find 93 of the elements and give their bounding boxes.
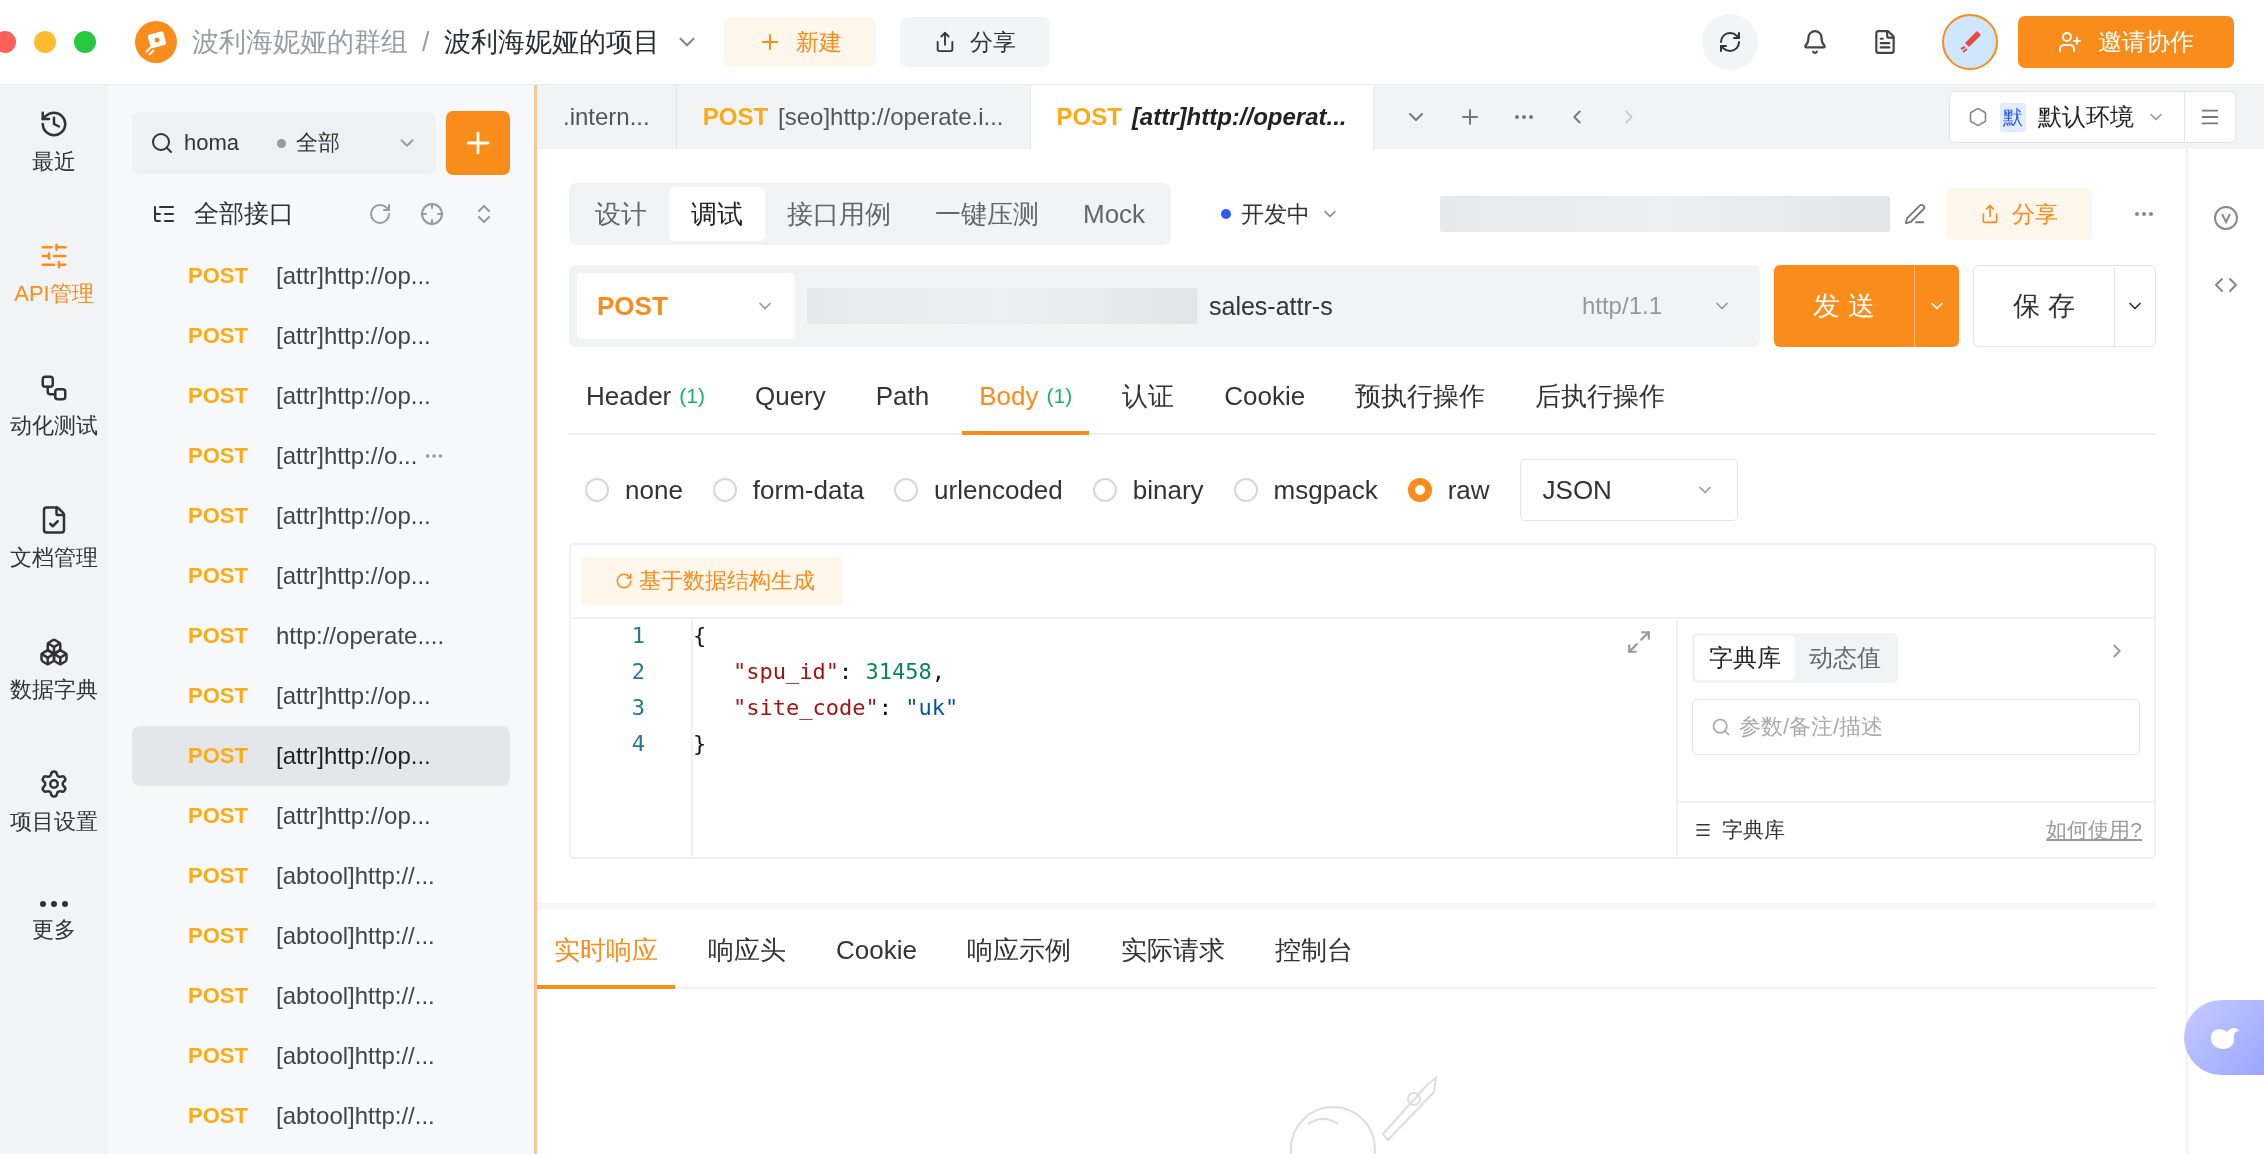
- search-icon: [1711, 717, 1731, 737]
- mode-tab[interactable]: 接口用例: [765, 187, 913, 241]
- endpoint-row[interactable]: POST [attr]http://op...: [132, 246, 510, 306]
- mode-tab[interactable]: Mock: [1061, 187, 1168, 241]
- dictionary-label: 字典库: [1722, 817, 1785, 843]
- param-tab[interactable]: 后执行操作: [1518, 361, 1683, 435]
- nav-item[interactable]: 文档管理: [0, 505, 108, 573]
- cubes-icon: [39, 637, 69, 667]
- response-tab[interactable]: 实际请求: [1103, 915, 1242, 989]
- request-tab[interactable]: .intern...: [537, 85, 677, 149]
- tree-title: 全部接口: [194, 198, 294, 229]
- user-plus-icon: [2058, 30, 2082, 54]
- breadcrumb-separator: /: [422, 26, 430, 58]
- search-field[interactable]: homa 全部: [132, 112, 436, 174]
- assistant-button[interactable]: [2184, 1000, 2264, 1075]
- filter-dot: [277, 138, 287, 148]
- nav-item[interactable]: 数据字典: [0, 637, 108, 705]
- list-icon: [1694, 821, 1712, 839]
- endpoint-row[interactable]: POST [attr]http://op...: [132, 486, 510, 546]
- endpoint-row[interactable]: POST [attr]http://op...: [132, 666, 510, 726]
- url-field[interactable]: sales-attr-s: [1209, 291, 1333, 321]
- status-select[interactable]: 开发中: [1221, 198, 1341, 230]
- param-tab[interactable]: Header (1): [569, 361, 722, 435]
- param-tab[interactable]: Cookie: [1207, 361, 1323, 435]
- endpoint-row[interactable]: POST [abtool]http://...: [132, 846, 510, 906]
- history-icon: [39, 109, 69, 139]
- body-type-option[interactable]: binary: [1092, 474, 1204, 506]
- response-tab[interactable]: 响应示例: [949, 915, 1088, 989]
- environment-select[interactable]: 默 默认环境: [1949, 91, 2185, 143]
- document-icon[interactable]: [1872, 29, 1898, 55]
- endpoint-row[interactable]: POST [attr]http://op...: [132, 786, 510, 846]
- body-type-option[interactable]: none: [585, 474, 683, 506]
- line-number: 2: [630, 659, 646, 686]
- param-tab[interactable]: 预执行操作: [1338, 361, 1503, 435]
- close-window-icon[interactable]: [0, 31, 16, 53]
- mode-tab[interactable]: 调试: [669, 187, 765, 241]
- mode-tab[interactable]: 设计: [573, 187, 669, 241]
- param-tab[interactable]: 认证: [1105, 361, 1192, 435]
- app-logo: [134, 20, 178, 64]
- nav-item[interactable]: 更多: [0, 901, 108, 945]
- body-type-option[interactable]: raw: [1407, 474, 1490, 506]
- body-type-option[interactable]: urlencoded: [894, 474, 1063, 506]
- param-tab[interactable]: Path: [858, 361, 947, 435]
- nav-item[interactable]: 项目设置: [0, 769, 108, 837]
- bell-icon[interactable]: [1802, 29, 1828, 55]
- sliders-icon: [39, 241, 69, 271]
- minimize-window-icon[interactable]: [34, 31, 56, 53]
- response-tab[interactable]: 控制台: [1257, 915, 1370, 989]
- dictionary-tab[interactable]: 动态值: [1795, 636, 1895, 680]
- dictionary-tab[interactable]: 字典库: [1695, 636, 1795, 680]
- maximize-window-icon[interactable]: [74, 31, 96, 53]
- response-tab[interactable]: 响应头: [691, 915, 803, 989]
- flow-icon: [39, 373, 69, 403]
- nav-item[interactable]: 动化测试: [0, 373, 108, 441]
- endpoint-row[interactable]: POST [attr]http://o...: [132, 426, 510, 486]
- save-button[interactable]: 保 存: [1973, 265, 2156, 347]
- project-breadcrumb[interactable]: 波利海妮娅的项目: [443, 24, 660, 60]
- endpoint-row[interactable]: POST [attr]http://op...: [132, 366, 510, 426]
- edit-icon[interactable]: [1904, 203, 1926, 225]
- code-editor[interactable]: { "spu_id": 31458, "site_code": "uk" }: [693, 619, 1678, 857]
- settings-icon: [39, 769, 69, 799]
- format-select[interactable]: JSON: [1519, 459, 1738, 521]
- endpoint-row[interactable]: POST http://operate....: [132, 606, 510, 666]
- endpoint-row[interactable]: POST [attr]http://op...: [132, 546, 510, 606]
- request-tab[interactable]: POST [seo]http://operate.i...: [676, 85, 1031, 149]
- body-type-option[interactable]: form-data: [712, 474, 865, 506]
- search-icon: [150, 131, 174, 155]
- request-tab[interactable]: POST [attr]http://operat...: [1030, 85, 1374, 149]
- endpoint-row[interactable]: POST [abtool]http://...: [132, 906, 510, 966]
- mode-tab[interactable]: 一键压测: [913, 187, 1061, 241]
- endpoint-row[interactable]: POST [abtool]http://...: [132, 966, 510, 1026]
- avatar[interactable]: [1942, 14, 1998, 70]
- locate-icon[interactable]: [420, 201, 444, 226]
- endpoint-row[interactable]: POST [abtool]http://...: [132, 1086, 510, 1146]
- line-number: 3: [630, 695, 646, 722]
- body-type-option[interactable]: msgpack: [1233, 474, 1378, 506]
- endpoint-row[interactable]: POST [attr]http://op...: [132, 726, 510, 786]
- line-number: 4: [630, 731, 646, 758]
- hexagon-icon: [1968, 107, 1988, 127]
- expand-icon[interactable]: [1626, 629, 1652, 655]
- add-button[interactable]: [446, 111, 510, 175]
- refresh-icon: [615, 572, 633, 590]
- line-number: 1: [630, 623, 646, 650]
- more-icon: [40, 901, 68, 907]
- version-icon[interactable]: [2213, 205, 2239, 231]
- param-tab[interactable]: Query: [737, 361, 843, 435]
- endpoint-row[interactable]: POST [abtool]http://...: [132, 1026, 510, 1086]
- endpoint-row[interactable]: POST [attr]http://op...: [132, 306, 510, 366]
- nav-item[interactable]: 最近: [0, 109, 108, 177]
- share-icon: [1980, 204, 2000, 224]
- menu-icon[interactable]: [2185, 91, 2236, 143]
- response-tab[interactable]: Cookie: [819, 915, 934, 989]
- share-button[interactable]: 分享: [899, 17, 1050, 67]
